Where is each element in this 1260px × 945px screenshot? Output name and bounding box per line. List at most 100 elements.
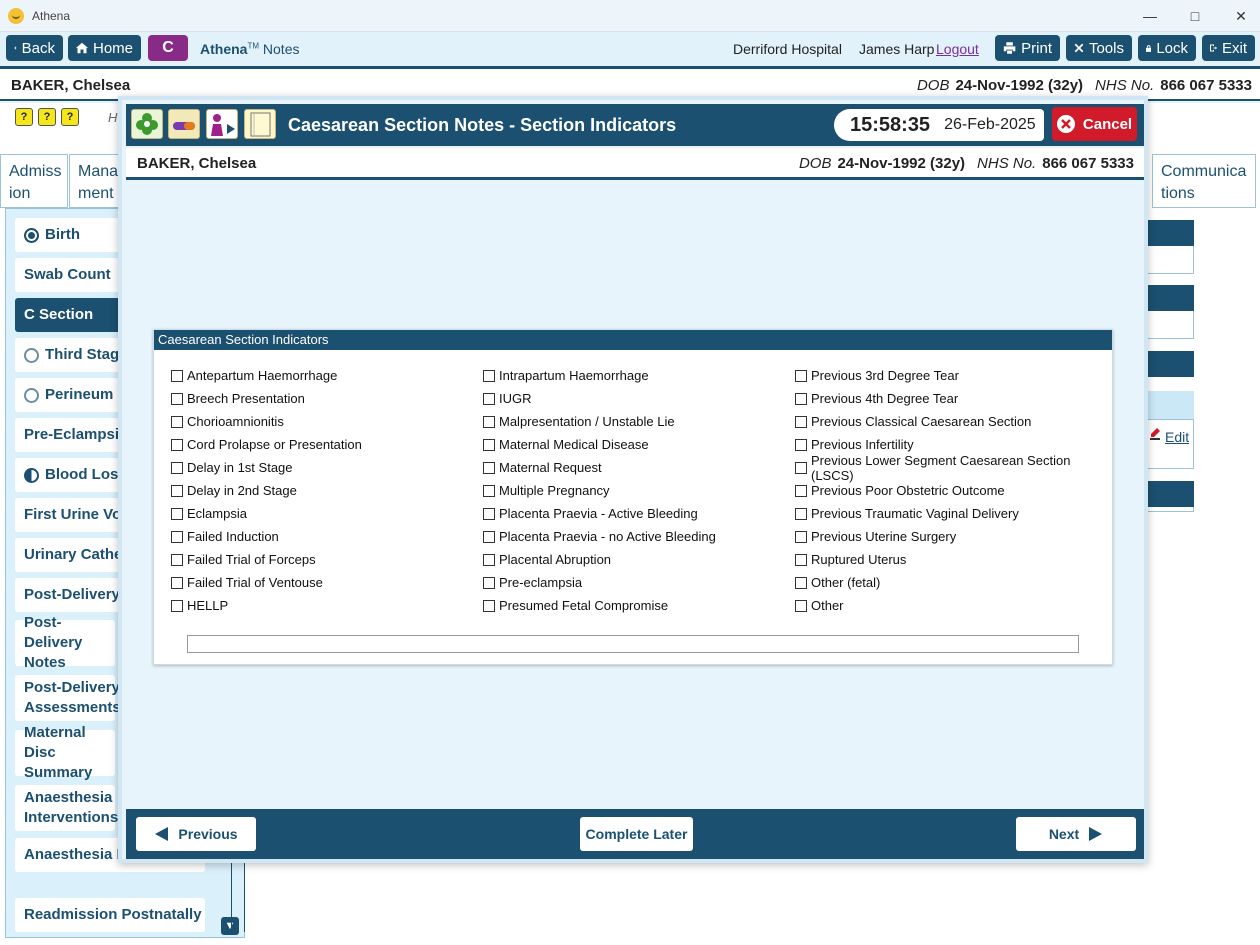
exit-button[interactable]: Exit: [1202, 35, 1255, 61]
clover-icon[interactable]: [131, 109, 163, 139]
nav-item-anaesthesia-interventions[interactable]: Anaesthesia Interventions: [15, 785, 118, 831]
indicator-checkbox[interactable]: [795, 530, 807, 543]
back-button[interactable]: Back: [6, 35, 63, 61]
indicator-checkbox[interactable]: [171, 553, 183, 566]
tab-communications[interactable]: Communica tions: [1152, 154, 1256, 208]
home-button[interactable]: Home: [68, 35, 141, 61]
indicator-checkbox[interactable]: [795, 461, 807, 474]
medication-pill-icon[interactable]: [168, 109, 200, 139]
indicator-option[interactable]: Previous Lower Segment Caesarean Section…: [795, 453, 1105, 483]
indicator-option[interactable]: Maternal Request: [483, 456, 793, 479]
indicator-option[interactable]: Presumed Fetal Compromise: [483, 594, 793, 617]
indicator-checkbox[interactable]: [171, 530, 183, 543]
indicator-checkbox[interactable]: [483, 507, 495, 520]
info-help-icon[interactable]: ?: [61, 108, 79, 126]
nav-item-readmission-postnatally[interactable]: Readmission Postnatally: [15, 898, 205, 932]
indicator-option[interactable]: Delay in 2nd Stage: [171, 479, 481, 502]
indicator-checkbox[interactable]: [795, 599, 807, 612]
indicator-option[interactable]: Failed Trial of Ventouse: [171, 571, 481, 594]
indicator-option[interactable]: Antepartum Haemorrhage: [171, 364, 481, 387]
nav-item-post-delivery-assessments[interactable]: Post-Delivery Assessments: [15, 675, 121, 721]
tab-admission[interactable]: Admiss ion: [0, 154, 68, 208]
indicator-option[interactable]: Placenta Praevia - no Active Bleeding: [483, 525, 793, 548]
indicator-option[interactable]: Other (fetal): [795, 571, 1105, 594]
indicator-option[interactable]: Failed Induction: [171, 525, 481, 548]
complete-later-button[interactable]: Complete Later: [580, 817, 693, 851]
previous-button[interactable]: Previous: [136, 817, 256, 851]
indicator-option[interactable]: Eclampsia: [171, 502, 481, 525]
indicator-option[interactable]: Chorioamnionitis: [171, 410, 481, 433]
notepad-icon[interactable]: [244, 109, 276, 139]
maximize-button[interactable]: □: [1172, 0, 1218, 32]
nav-item-post-delivery-notes[interactable]: Post-Delivery Notes: [15, 614, 115, 671]
indicator-checkbox[interactable]: [171, 599, 183, 612]
indicator-option[interactable]: Failed Trial of Forceps: [171, 548, 481, 571]
indicator-option[interactable]: Multiple Pregnancy: [483, 479, 793, 502]
indicator-checkbox[interactable]: [795, 438, 807, 451]
indicator-option[interactable]: Placental Abruption: [483, 548, 793, 571]
indicator-option[interactable]: Previous Traumatic Vaginal Delivery: [795, 502, 1105, 525]
indicator-checkbox[interactable]: [795, 507, 807, 520]
indicator-checkbox[interactable]: [483, 415, 495, 428]
indicator-checkbox[interactable]: [171, 392, 183, 405]
print-button[interactable]: Print: [995, 35, 1060, 61]
lock-button[interactable]: Lock: [1138, 35, 1196, 61]
indicator-checkbox[interactable]: [795, 576, 807, 589]
indicator-option[interactable]: Cord Prolapse or Presentation: [171, 433, 481, 456]
indicator-checkbox[interactable]: [483, 392, 495, 405]
tools-button[interactable]: Tools: [1066, 35, 1132, 61]
indicator-checkbox[interactable]: [795, 415, 807, 428]
indicator-checkbox[interactable]: [171, 415, 183, 428]
indicator-checkbox[interactable]: [483, 438, 495, 451]
indicator-checkbox[interactable]: [171, 576, 183, 589]
nav-item-maternal-discharge-summary[interactable]: Maternal Disc Summary: [15, 724, 115, 781]
indicator-option[interactable]: Previous 3rd Degree Tear: [795, 364, 1105, 387]
indicator-checkbox[interactable]: [483, 599, 495, 612]
indicator-checkbox[interactable]: [795, 484, 807, 497]
indicator-option[interactable]: Previous Uterine Surgery: [795, 525, 1105, 548]
indicator-checkbox[interactable]: [483, 461, 495, 474]
scroll-down-button[interactable]: ▼: [221, 917, 239, 935]
indicator-checkbox[interactable]: [795, 392, 807, 405]
indicator-option[interactable]: Delay in 1st Stage: [171, 456, 481, 479]
indicator-option[interactable]: HELLP: [171, 594, 481, 617]
previous-label: Previous: [178, 826, 238, 842]
indicator-checkbox[interactable]: [171, 438, 183, 451]
indicator-option[interactable]: Other: [795, 594, 1105, 617]
close-window-button[interactable]: ✕: [1218, 0, 1260, 32]
indicator-option[interactable]: IUGR: [483, 387, 793, 410]
cancel-button[interactable]: Cancel: [1052, 107, 1137, 141]
indicator-option[interactable]: Malpresentation / Unstable Lie: [483, 410, 793, 433]
indicator-label: Pre-eclampsia: [499, 575, 583, 590]
indicator-checkbox[interactable]: [483, 484, 495, 497]
patient-transfer-icon[interactable]: [206, 109, 238, 139]
minimize-button[interactable]: —: [1127, 0, 1173, 32]
indicator-checkbox[interactable]: [795, 553, 807, 566]
other-indicator-input[interactable]: [187, 635, 1079, 653]
indicator-checkbox[interactable]: [483, 553, 495, 566]
edit-link[interactable]: Edit: [1165, 429, 1189, 445]
indicator-checkbox[interactable]: [171, 369, 183, 382]
help-icon[interactable]: ?: [38, 108, 56, 126]
logout-link[interactable]: Logout: [936, 41, 979, 57]
next-button[interactable]: Next: [1016, 817, 1136, 851]
indicator-option[interactable]: Breech Presentation: [171, 387, 481, 410]
indicator-checkbox[interactable]: [795, 369, 807, 382]
indicator-option[interactable]: Maternal Medical Disease: [483, 433, 793, 456]
indicator-checkbox[interactable]: [483, 530, 495, 543]
indicator-checkbox[interactable]: [483, 369, 495, 382]
indicator-checkbox[interactable]: [483, 576, 495, 589]
indicator-option[interactable]: Intrapartum Haemorrhage: [483, 364, 793, 387]
indicator-option[interactable]: Ruptured Uterus: [795, 548, 1105, 571]
indicator-checkbox[interactable]: [171, 461, 183, 474]
indicator-option[interactable]: Previous 4th Degree Tear: [795, 387, 1105, 410]
indicator-option[interactable]: Previous Classical Caesarean Section: [795, 410, 1105, 433]
indicator-option[interactable]: Placenta Praevia - Active Bleeding: [483, 502, 793, 525]
notes-help-icon[interactable]: ?: [15, 108, 33, 126]
c-section-badge[interactable]: C: [148, 35, 188, 61]
indicator-option[interactable]: Pre-eclampsia: [483, 571, 793, 594]
indicator-checkbox[interactable]: [171, 507, 183, 520]
indicator-label: Antepartum Haemorrhage: [187, 368, 338, 383]
indicator-checkbox[interactable]: [171, 484, 183, 497]
dialog-title: Caesarean Section Notes - Section Indica…: [288, 115, 677, 135]
